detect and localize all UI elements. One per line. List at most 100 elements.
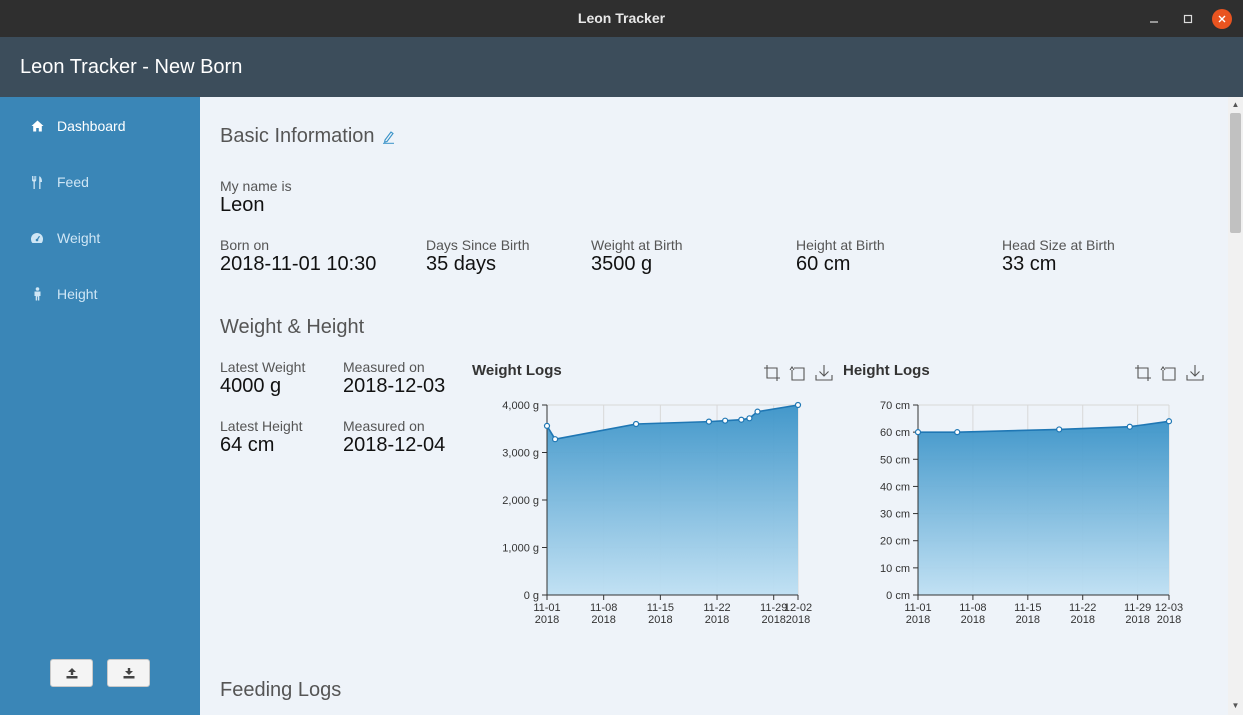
series-area: [918, 421, 1169, 595]
window-titlebar: Leon Tracker: [0, 0, 1243, 37]
x-tick-label: 2018: [961, 614, 985, 626]
crop-icon[interactable]: [763, 364, 781, 382]
gauge-icon: [30, 231, 44, 245]
x-tick-label: 2018: [1016, 614, 1040, 626]
x-tick-label: 12-02: [784, 602, 812, 614]
save-image-icon[interactable]: [1186, 364, 1204, 382]
scroll-down-icon[interactable]: ▼: [1228, 701, 1243, 710]
data-point: [794, 401, 802, 409]
born-label: Born on: [220, 237, 270, 253]
y-tick-label: 1,000 g: [502, 543, 539, 555]
data-point: [1165, 418, 1173, 425]
x-tick-label: 2018: [906, 614, 930, 626]
name-value: Leon: [220, 194, 265, 216]
x-tick-label: 2018: [1157, 614, 1181, 626]
sidebar-item-label: Feed: [57, 174, 89, 190]
weight-chart-title: Weight Logs: [472, 362, 562, 379]
height-measured-value: 2018-12-04: [343, 434, 446, 456]
x-tick-label: 2018: [761, 614, 785, 626]
app-title: Leon Tracker - New Born: [20, 56, 243, 78]
sidebar-item-dashboard[interactable]: Dashboard: [0, 98, 200, 154]
weight-measured-value: 2018-12-03: [343, 375, 446, 397]
x-tick-label: 11-01: [533, 602, 560, 614]
y-tick-label: 3,000 g: [502, 448, 539, 460]
latest-weight-value: 4000 g: [220, 375, 282, 397]
crop-icon[interactable]: [1134, 364, 1152, 382]
upload-button[interactable]: [50, 659, 93, 687]
y-tick-label: 40 cm: [880, 481, 910, 493]
download-button[interactable]: [107, 659, 150, 687]
sidebar-item-weight[interactable]: Weight: [0, 210, 200, 266]
close-button[interactable]: [1212, 9, 1232, 29]
y-tick-label: 2,000 g: [502, 495, 539, 507]
birth-weight-value: 3500 g: [591, 253, 653, 275]
data-point: [914, 429, 922, 436]
y-tick-label: 0 cm: [886, 590, 910, 602]
x-tick-label: 2018: [648, 614, 672, 626]
scrollbar[interactable]: ▲ ▼: [1228, 97, 1243, 715]
birth-weight-label: Weight at Birth: [591, 237, 683, 253]
edit-icon[interactable]: [382, 130, 395, 144]
data-point: [954, 429, 961, 436]
upload-icon: [66, 667, 77, 678]
sidebar-item-height[interactable]: Height: [0, 266, 200, 322]
window-title: Leon Tracker: [577, 10, 666, 26]
x-tick-label: 11-08: [590, 602, 617, 614]
height-chart-title: Height Logs: [843, 362, 930, 379]
x-tick-label: 11-08: [959, 602, 986, 614]
born-value: 2018-11-01 10:30: [220, 253, 377, 275]
name-label: My name is: [220, 178, 292, 194]
sidebar-item-feed[interactable]: Feed: [0, 154, 200, 210]
days-label: Days Since Birth: [426, 237, 530, 253]
scroll-up-icon[interactable]: ▲: [1228, 100, 1243, 109]
x-tick-label: 2018: [1125, 614, 1149, 626]
y-tick-label: 20 cm: [880, 536, 910, 548]
data-point: [1126, 423, 1133, 430]
data-point: [551, 436, 559, 443]
x-tick-label: 2018: [591, 614, 615, 626]
sidebar: Dashboard Feed Weight Height: [0, 97, 200, 715]
restore-icon[interactable]: [789, 364, 807, 382]
maximize-button[interactable]: [1178, 9, 1198, 29]
restore-icon[interactable]: [1160, 364, 1178, 382]
sidebar-item-label: Dashboard: [57, 118, 126, 134]
data-point: [722, 417, 729, 424]
app-header: Leon Tracker - New Born: [0, 37, 1243, 97]
y-tick-label: 30 cm: [880, 509, 910, 521]
y-tick-label: 10 cm: [880, 563, 910, 575]
x-tick-label: 12-03: [1155, 602, 1183, 614]
utensils-icon: [30, 175, 44, 189]
feeding-logs-title: Feeding Logs: [220, 679, 342, 701]
minimize-icon: [1150, 21, 1158, 23]
minimize-button[interactable]: [1144, 9, 1164, 29]
x-tick-label: 2018: [535, 614, 559, 626]
weight-height-title: Weight & Height: [220, 316, 365, 338]
data-point: [738, 416, 745, 423]
data-point: [1056, 426, 1063, 433]
height-measured-label: Measured on: [343, 418, 425, 434]
weight-chart: 0 g1,000 g2,000 g3,000 g4,000 g11-012018…: [502, 400, 812, 626]
y-tick-label: 70 cm: [880, 400, 910, 412]
x-tick-label: 11-22: [1069, 602, 1096, 614]
head-size-label: Head Size at Birth: [1002, 237, 1115, 253]
scrollbar-thumb[interactable]: [1230, 113, 1241, 233]
x-tick-label: 2018: [1070, 614, 1094, 626]
data-point: [543, 422, 551, 429]
main-content: Basic Information My name is Leon Born o…: [200, 97, 1228, 715]
y-tick-label: 60 cm: [880, 427, 910, 439]
latest-weight-label: Latest Weight: [220, 359, 306, 375]
x-tick-label: 11-22: [703, 602, 730, 614]
close-icon: [1218, 15, 1226, 23]
x-tick-label: 11-15: [647, 602, 674, 614]
data-point: [632, 420, 640, 428]
save-image-icon[interactable]: [815, 364, 833, 382]
x-tick-label: 11-15: [1014, 602, 1041, 614]
latest-height-value: 64 cm: [220, 434, 275, 456]
x-tick-label: 2018: [705, 614, 729, 626]
home-icon: [30, 119, 44, 133]
person-icon: [30, 287, 44, 301]
download-icon: [123, 667, 134, 678]
days-value: 35 days: [426, 253, 497, 275]
maximize-icon: [1183, 14, 1193, 24]
head-size-value: 33 cm: [1002, 253, 1057, 275]
